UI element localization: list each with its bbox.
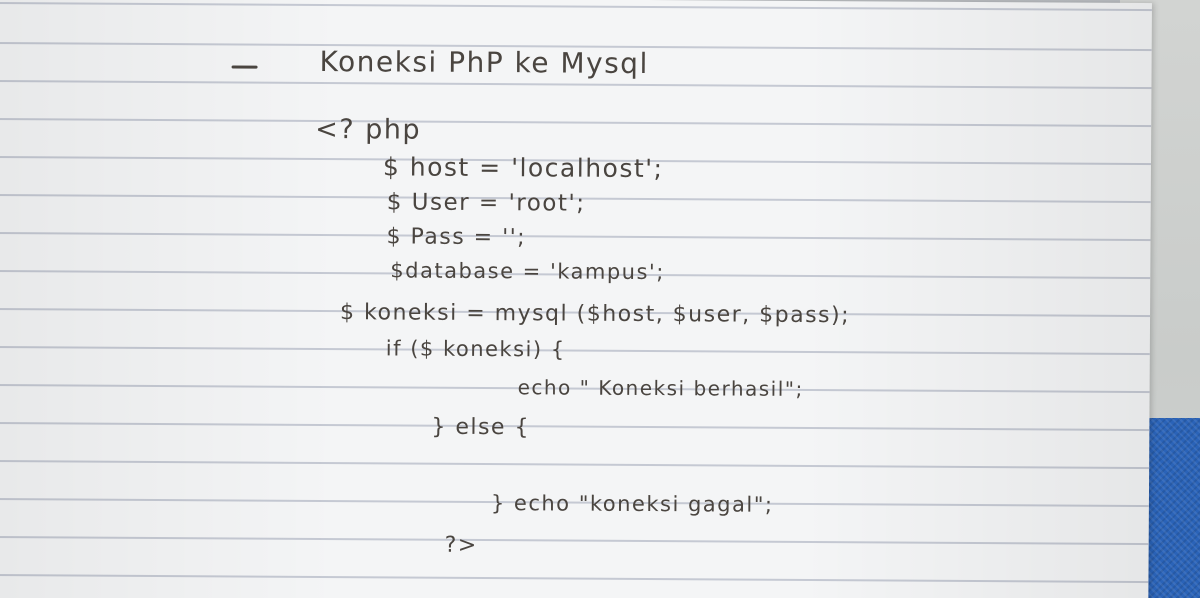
- code-line-koneksi: $ koneksi = mysql ($host, $user, $pass);: [339, 300, 851, 329]
- code-line-if: if ($ koneksi) {: [385, 336, 566, 362]
- bullet-dash: [231, 65, 258, 69]
- code-line-host: $ host = 'localhost';: [382, 152, 664, 184]
- page-title: Koneksi PhP ke Mysql: [319, 44, 649, 81]
- code-line-echo-berhasil: echo " Koneksi berhasil";: [517, 375, 804, 401]
- code-line-user: $ User = 'root';: [386, 189, 586, 217]
- photo-scene: Koneksi PhP ke Mysql <? php $ host = 'lo…: [0, 0, 1200, 598]
- code-line-echo-gagal: } echo "koneksi gagal";: [490, 491, 774, 517]
- code-line-php-open: <? php: [315, 113, 422, 146]
- code-line-pass: $ Pass = '';: [386, 224, 527, 251]
- notebook-page: Koneksi PhP ke Mysql <? php $ host = 'lo…: [0, 0, 1152, 598]
- code-line-else: } else {: [431, 414, 531, 441]
- code-line-php-close: ?>: [444, 532, 478, 558]
- code-line-database: $database = 'kampus';: [390, 258, 665, 285]
